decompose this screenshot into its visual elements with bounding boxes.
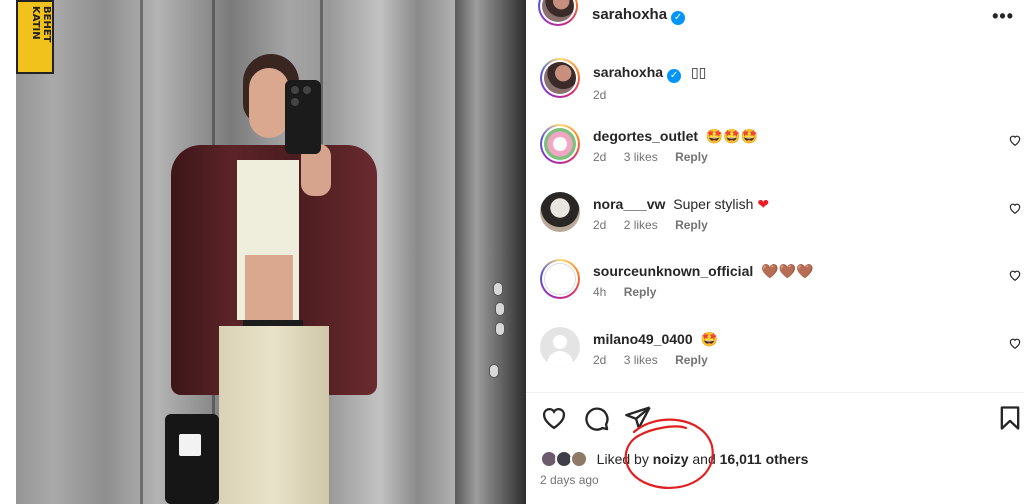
comment-like-icon[interactable]: [1008, 133, 1022, 147]
caption-avatar[interactable]: [540, 58, 580, 98]
elevator-door-frame: [455, 0, 526, 504]
liker-avatar: [569, 450, 588, 469]
post-photo[interactable]: BEHET KATIN: [0, 0, 526, 504]
comment-username[interactable]: sourceunknown_official: [593, 263, 753, 279]
post-header: sarahoxha ✓ •••: [526, 0, 1024, 30]
handbag: [165, 414, 219, 504]
comment-username[interactable]: nora___vw: [593, 196, 665, 212]
author-avatar[interactable]: [538, 0, 578, 26]
comment-username[interactable]: degortes_outlet: [593, 128, 698, 144]
comment-likes[interactable]: 3 likes: [624, 150, 658, 164]
comment-likes[interactable]: 2 likes: [624, 218, 658, 232]
author-username[interactable]: sarahoxha ✓: [592, 6, 686, 25]
reply-button[interactable]: Reply: [675, 353, 708, 367]
verified-badge-icon: ✓: [671, 11, 686, 25]
phone: [285, 80, 321, 154]
comment-text: nora___vw Super stylish ❤: [593, 196, 770, 212]
elevator-button: [495, 322, 505, 336]
likes-conjunction: and: [692, 451, 716, 468]
comment-username[interactable]: milano49_0400: [593, 331, 693, 347]
comment-meta: 4h Reply: [593, 285, 670, 299]
likes-prefix: Liked by: [596, 451, 649, 468]
warning-sticker: BEHET KATIN: [16, 0, 54, 74]
photo-border: [0, 0, 16, 504]
comment-like-icon[interactable]: [1008, 336, 1022, 350]
likes-count[interactable]: 16,011 others: [720, 451, 809, 467]
paper-plane-icon[interactable]: [624, 404, 652, 432]
bookmark-icon[interactable]: [996, 404, 1024, 432]
comment-avatar[interactable]: [540, 192, 580, 232]
caption-text: ▯▯: [690, 64, 707, 80]
divider: [526, 392, 1024, 393]
caption-username[interactable]: sarahoxha ✓ ▯▯: [593, 64, 706, 83]
elevator-button: [489, 364, 499, 378]
liker-username[interactable]: noizy: [653, 451, 689, 467]
trousers: [219, 326, 329, 504]
comment-like-icon[interactable]: [1008, 201, 1022, 215]
reply-button[interactable]: Reply: [624, 285, 657, 299]
comment-like-icon[interactable]: [1008, 268, 1022, 282]
red-heart-icon: ❤: [757, 196, 770, 212]
comment-text: sourceunknown_official 🤎🤎🤎: [593, 263, 814, 280]
face: [249, 68, 289, 138]
comment-meta: 2d 2 likes Reply: [593, 218, 722, 232]
comment-text: milano49_0400 🤩: [593, 331, 718, 348]
more-options-icon[interactable]: •••: [992, 6, 1014, 27]
reply-button[interactable]: Reply: [675, 218, 708, 232]
comment-text: degortes_outlet 🤩🤩🤩: [593, 128, 759, 145]
reply-button[interactable]: Reply: [675, 150, 708, 164]
likes-summary[interactable]: Liked by noizy and 16,011 others: [540, 450, 808, 470]
person-figure: [165, 50, 385, 504]
default-avatar-icon[interactable]: [540, 327, 580, 367]
comment-item: nora___vw Super stylish ❤ 2d 2 likes Rep…: [540, 192, 1024, 244]
comment-age: 4h: [593, 285, 607, 299]
post-timestamp: 2 days ago: [540, 473, 599, 487]
comment-item: milano49_0400 🤩 2d 3 likes Reply: [540, 327, 1024, 379]
comment-item: sourceunknown_official 🤎🤎🤎 4h Reply: [540, 259, 1024, 311]
comment-bubble-icon[interactable]: [582, 404, 610, 432]
comment-likes[interactable]: 3 likes: [624, 353, 658, 367]
comment-meta: 2d 3 likes Reply: [593, 150, 722, 164]
sticker-text: BEHET KATIN: [30, 6, 52, 43]
post-side-panel: sarahoxha ✓ ••• sarahoxha ✓ ▯▯ 2d degortes…: [526, 0, 1024, 504]
comment-avatar[interactable]: [540, 259, 580, 299]
elevator-panel-seam: [140, 0, 143, 504]
caption-age: 2d: [593, 88, 607, 102]
verified-badge-icon: ✓: [667, 69, 682, 83]
comment-age: 2d: [593, 150, 607, 164]
action-bar: [540, 404, 1020, 436]
elevator-button: [493, 282, 503, 296]
comment-meta: 2d 3 likes Reply: [593, 353, 722, 367]
midriff: [245, 255, 293, 325]
caption: sarahoxha ✓ ▯▯ 2d: [540, 58, 1010, 104]
comment-avatar[interactable]: [540, 124, 580, 164]
comment-age: 2d: [593, 218, 607, 232]
comment-item: degortes_outlet 🤩🤩🤩 2d 3 likes Reply: [540, 124, 1024, 176]
elevator-button: [495, 302, 505, 316]
heart-outline-icon[interactable]: [540, 404, 568, 432]
comment-age: 2d: [593, 353, 607, 367]
